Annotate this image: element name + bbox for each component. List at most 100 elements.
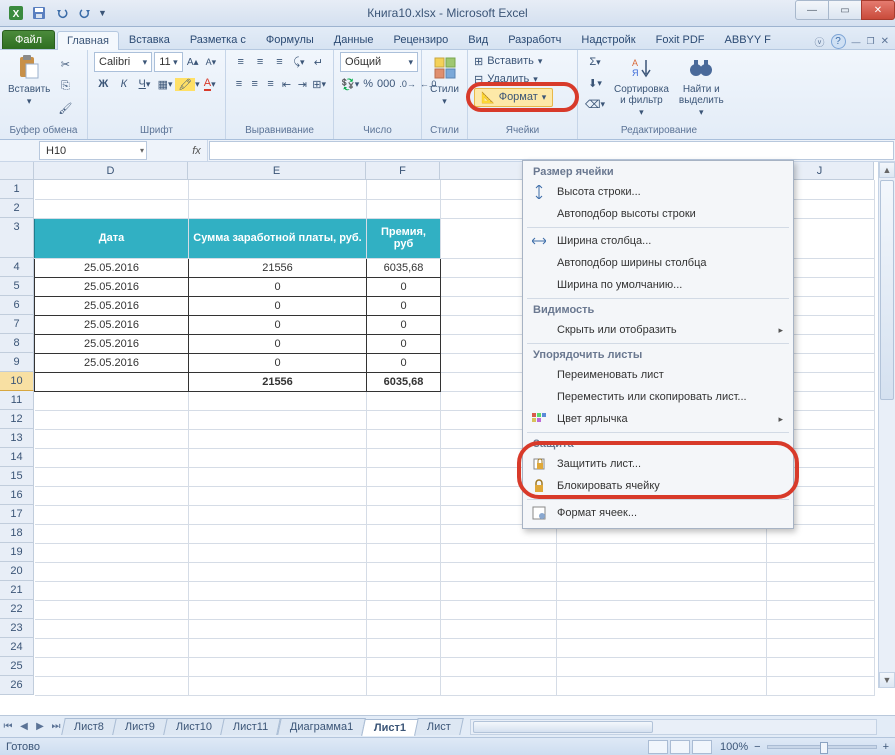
redo-icon[interactable] <box>75 3 95 23</box>
formula-input[interactable] <box>209 141 894 160</box>
cell[interactable] <box>35 410 189 429</box>
cell[interactable]: 6035,68 <box>367 258 441 277</box>
cell[interactable] <box>35 448 189 467</box>
cell[interactable] <box>367 391 441 410</box>
cell[interactable]: 0 <box>367 296 441 315</box>
row-header-18[interactable]: 18 <box>0 524 34 543</box>
vertical-scrollbar[interactable]: ▲ ▼ <box>878 162 895 688</box>
fill-color-icon[interactable]: 🖍▾ <box>176 74 198 94</box>
increase-font-icon[interactable]: A▴ <box>185 52 201 72</box>
clear-icon[interactable]: ⌫▾ <box>584 94 606 114</box>
row-header-2[interactable]: 2 <box>0 199 34 218</box>
cell[interactable]: 21556 <box>189 372 367 391</box>
ribbon-tab-2[interactable]: Разметка с <box>180 30 256 49</box>
ribbon-minimize-icon[interactable]: ⓥ <box>815 34 825 49</box>
cell[interactable]: Сумма заработной платы, руб. <box>189 218 367 258</box>
ribbon-tab-4[interactable]: Данные <box>324 30 384 49</box>
cell[interactable]: 25.05.2016 <box>35 315 189 334</box>
cell[interactable] <box>441 581 557 600</box>
insert-cells-button[interactable]: ⊞Вставить▾ <box>474 52 571 70</box>
format-cells-button[interactable]: 📐Формат▾ <box>474 88 571 106</box>
cell[interactable] <box>189 619 367 638</box>
cell[interactable] <box>441 638 557 657</box>
row-header-19[interactable]: 19 <box>0 543 34 562</box>
cell[interactable] <box>35 676 189 695</box>
menu-hide-unhide[interactable]: Скрыть или отобразить▸ <box>523 319 793 341</box>
underline-icon[interactable]: Ч▾ <box>135 74 154 94</box>
cell[interactable] <box>189 429 367 448</box>
cell[interactable] <box>189 505 367 524</box>
row-header-13[interactable]: 13 <box>0 429 34 448</box>
menu-format-cells[interactable]: Формат ячеек... <box>523 502 793 524</box>
align-center-icon[interactable]: ≡ <box>248 74 262 94</box>
cell[interactable] <box>441 676 557 695</box>
ribbon-tab-5[interactable]: Рецензиро <box>384 30 459 49</box>
cell[interactable] <box>35 467 189 486</box>
cell[interactable] <box>557 581 767 600</box>
cell[interactable] <box>189 410 367 429</box>
cell[interactable] <box>367 657 441 676</box>
percent-icon[interactable]: % <box>362 74 374 94</box>
cell[interactable] <box>35 505 189 524</box>
cell[interactable] <box>767 657 875 676</box>
cell[interactable] <box>189 543 367 562</box>
cell[interactable]: 0 <box>189 334 367 353</box>
bold-icon[interactable]: Ж <box>94 74 113 94</box>
col-header-E[interactable]: E <box>188 162 366 180</box>
qat-dropdown-icon[interactable]: ▼ <box>98 8 107 18</box>
row-header-11[interactable]: 11 <box>0 391 34 410</box>
cell[interactable] <box>35 429 189 448</box>
increase-decimal-icon[interactable]: .0→ <box>398 74 417 94</box>
orientation-icon[interactable]: ⤹▾ <box>290 52 307 72</box>
align-right-icon[interactable]: ≡ <box>264 74 278 94</box>
cell[interactable] <box>441 657 557 676</box>
col-header-F[interactable]: F <box>366 162 440 180</box>
cell[interactable]: 21556 <box>189 258 367 277</box>
merge-icon[interactable]: ⊞▾ <box>311 74 327 94</box>
scroll-thumb[interactable] <box>880 180 894 400</box>
ribbon-window-close-icon[interactable]: ✕ <box>881 36 889 47</box>
scroll-down-icon[interactable]: ▼ <box>879 672 895 688</box>
cell[interactable]: 0 <box>367 277 441 296</box>
cell[interactable] <box>557 657 767 676</box>
sheet-tab-2[interactable]: Лист10 <box>163 718 225 735</box>
cell[interactable] <box>367 429 441 448</box>
row-header-20[interactable]: 20 <box>0 562 34 581</box>
font-color-icon[interactable]: A▾ <box>200 74 219 94</box>
row-header-14[interactable]: 14 <box>0 448 34 467</box>
cell[interactable] <box>35 581 189 600</box>
cell[interactable] <box>35 619 189 638</box>
cell[interactable] <box>189 676 367 695</box>
cell[interactable] <box>189 448 367 467</box>
cell[interactable] <box>767 638 875 657</box>
help-icon[interactable]: ? <box>831 34 846 49</box>
cell[interactable] <box>767 676 875 695</box>
cell[interactable] <box>367 524 441 543</box>
cell[interactable] <box>441 543 557 562</box>
cell[interactable] <box>367 600 441 619</box>
cell[interactable]: 25.05.2016 <box>35 334 189 353</box>
row-header-3[interactable]: 3 <box>0 218 34 258</box>
cell[interactable] <box>767 543 875 562</box>
cell[interactable] <box>35 657 189 676</box>
row-header-12[interactable]: 12 <box>0 410 34 429</box>
row-header-10[interactable]: 10 <box>0 372 34 391</box>
ribbon-tab-6[interactable]: Вид <box>458 30 498 49</box>
zoom-value[interactable]: 100% <box>720 741 748 753</box>
cell[interactable] <box>767 581 875 600</box>
cell[interactable] <box>367 199 441 218</box>
menu-col-width[interactable]: Ширина столбца... <box>523 230 793 252</box>
hscroll-thumb[interactable] <box>473 721 653 733</box>
ribbon-tab-7[interactable]: Разработч <box>498 30 571 49</box>
cell[interactable] <box>557 676 767 695</box>
menu-default-width[interactable]: Ширина по умолчанию... <box>523 274 793 296</box>
styles-button[interactable]: Стили▾ <box>428 52 461 109</box>
cell[interactable]: 0 <box>367 353 441 372</box>
cell[interactable] <box>557 543 767 562</box>
row-header-7[interactable]: 7 <box>0 315 34 334</box>
cell[interactable] <box>189 486 367 505</box>
cell[interactable] <box>35 600 189 619</box>
menu-protect-sheet[interactable]: Защитить лист... <box>523 453 793 475</box>
fx-icon[interactable]: fx <box>186 140 208 161</box>
cell[interactable] <box>367 581 441 600</box>
